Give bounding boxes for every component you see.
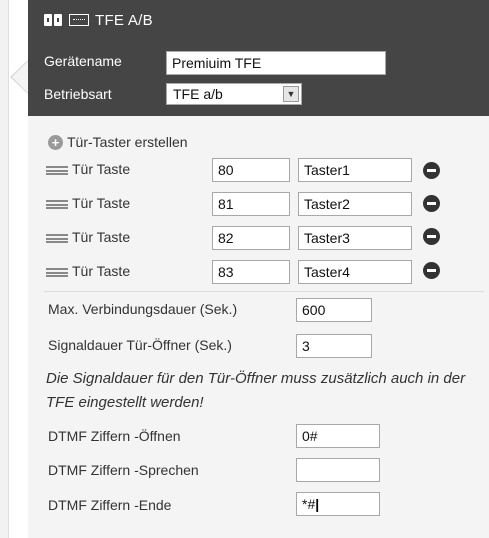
device-config-panel: TFE A/B Gerätename Premiuim TFE Betriebs…	[28, 0, 489, 538]
dtmf-speak-label: DTMF Ziffern -Sprechen	[48, 462, 199, 478]
title-row: TFE A/B	[44, 8, 153, 32]
phone-connector-icon	[44, 14, 64, 26]
remove-key-button[interactable]	[423, 162, 440, 179]
key-name-input[interactable]: Taster4	[298, 260, 412, 284]
drag-handle-icon[interactable]	[46, 200, 68, 209]
mode-label: Betriebsart	[44, 86, 112, 102]
plus-circle-icon: +	[48, 134, 63, 150]
create-key-label: Tür-Taster erstellen	[67, 134, 188, 150]
keypad-icon	[69, 14, 89, 26]
dtmf-end-label: DTMF Ziffern -Ende	[48, 497, 172, 513]
dtmf-end-input[interactable]: *#	[296, 492, 380, 516]
panel-pointer-arrow	[10, 60, 28, 94]
device-name-label: Gerätename	[44, 53, 122, 69]
signal-duration-label: Signaldauer Tür-Öffner (Sek.)	[48, 337, 232, 353]
key-label: Tür Taste	[72, 263, 131, 279]
dtmf-speak-input[interactable]	[296, 458, 380, 482]
panel-title: TFE A/B	[95, 11, 153, 29]
drag-handle-icon[interactable]	[46, 234, 68, 243]
signal-duration-note: Die Signaldauer für den Tür-Öffner muss …	[46, 370, 466, 411]
dtmf-open-label: DTMF Ziffern -Öffnen	[48, 428, 181, 444]
key-label: Tür Taste	[72, 195, 131, 211]
divider	[44, 291, 484, 292]
dtmf-end-value: *#	[302, 496, 316, 512]
create-key-button[interactable]: + Tür-Taster erstellen	[48, 134, 188, 150]
drag-handle-icon[interactable]	[46, 268, 68, 277]
max-duration-input[interactable]: 600	[296, 298, 372, 322]
key-name-input[interactable]: Taster1	[298, 158, 412, 182]
key-name-input[interactable]: Taster3	[298, 226, 412, 250]
remove-key-button[interactable]	[423, 228, 440, 245]
remove-key-button[interactable]	[423, 262, 440, 279]
device-name-input[interactable]: Premiuim TFE	[166, 51, 386, 75]
key-number-input[interactable]: 82	[212, 226, 290, 250]
dtmf-open-input[interactable]: 0#	[296, 424, 380, 448]
mode-select-value: TFE a/b	[173, 86, 223, 102]
left-sidebar-strip	[0, 0, 9, 538]
key-number-input[interactable]: 81	[212, 192, 290, 216]
signal-duration-input[interactable]: 3	[296, 334, 372, 358]
key-number-input[interactable]: 80	[212, 158, 290, 182]
remove-key-button[interactable]	[423, 195, 440, 212]
key-label: Tür Taste	[72, 229, 131, 245]
max-duration-label: Max. Verbindungsdauer (Sek.)	[48, 301, 238, 317]
key-label: Tür Taste	[72, 161, 131, 177]
mode-select[interactable]: TFE a/b ▼	[166, 83, 302, 105]
key-number-input[interactable]: 83	[212, 260, 290, 284]
drag-handle-icon[interactable]	[46, 166, 68, 175]
chevron-down-icon[interactable]: ▼	[283, 86, 299, 102]
panel-header: TFE A/B Gerätename Premiuim TFE Betriebs…	[28, 0, 489, 116]
key-name-input[interactable]: Taster2	[298, 192, 412, 216]
